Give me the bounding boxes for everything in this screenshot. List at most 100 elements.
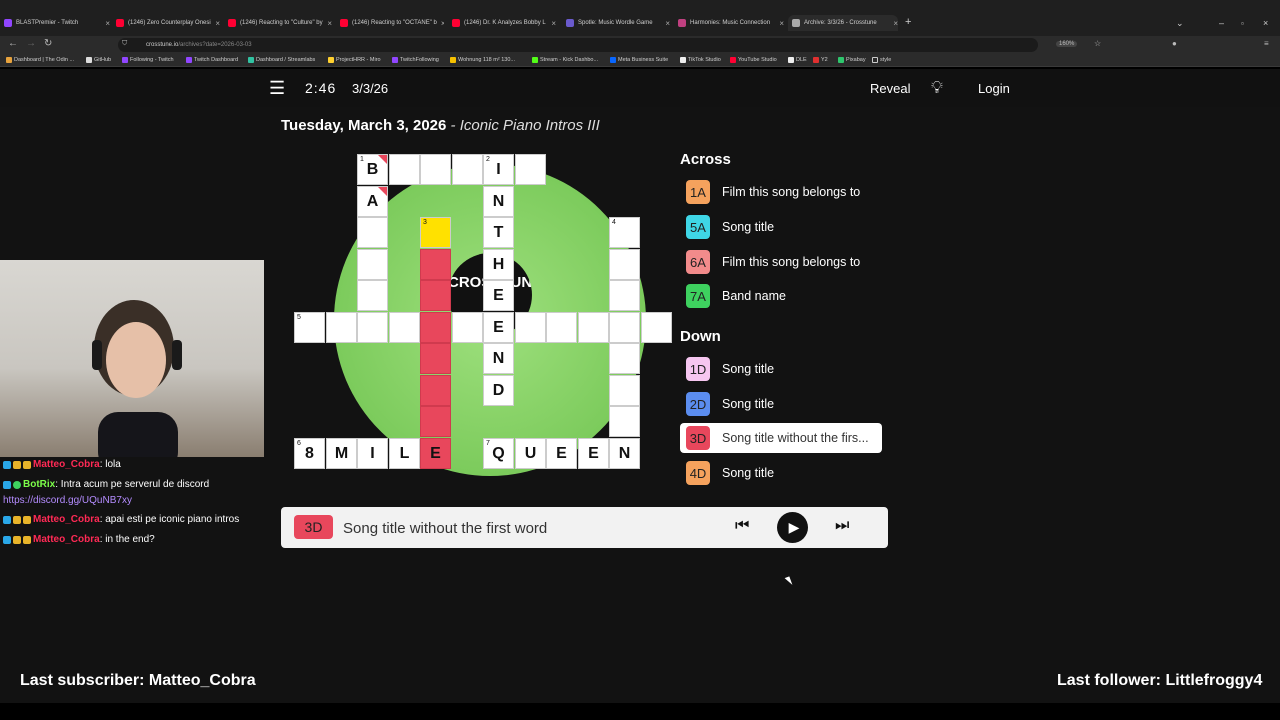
grid-cell[interactable]: 4 bbox=[609, 217, 640, 248]
maximize-button[interactable]: ▫ bbox=[1241, 15, 1244, 31]
login-button[interactable]: Login bbox=[978, 81, 1010, 96]
grid-cell[interactable]: L bbox=[389, 438, 420, 469]
grid-cell[interactable]: 1B bbox=[357, 154, 388, 185]
bookmark-folder[interactable]: style bbox=[872, 57, 891, 63]
tab-list-chevron-icon[interactable]: ⌄ bbox=[1176, 15, 1184, 31]
reveal-button[interactable]: Reveal bbox=[870, 81, 910, 96]
clue-5a[interactable]: 5A Song title bbox=[680, 212, 882, 242]
grid-cell[interactable]: 2I bbox=[483, 154, 514, 185]
bookmark-item[interactable]: Dashboard | The Odin ... bbox=[6, 57, 74, 63]
grid-cell[interactable]: E bbox=[578, 438, 609, 469]
grid-cell-highlighted[interactable]: E bbox=[420, 438, 451, 469]
grid-cell[interactable] bbox=[609, 343, 640, 374]
bookmark-item[interactable]: GitHub bbox=[86, 57, 111, 63]
window-close-button[interactable]: × bbox=[1263, 15, 1268, 31]
clue-4d[interactable]: 4D Song title bbox=[680, 458, 882, 488]
bookmark-item[interactable]: Pixabay bbox=[838, 57, 866, 63]
grid-cell[interactable]: E bbox=[483, 312, 514, 343]
bookmark-item[interactable]: Twitch Dashboard bbox=[186, 57, 238, 63]
bookmark-item[interactable]: Dashboard / Streamlabs bbox=[248, 57, 315, 63]
grid-cell[interactable]: E bbox=[483, 280, 514, 311]
grid-cell[interactable] bbox=[641, 312, 672, 343]
grid-cell[interactable]: 5 bbox=[294, 312, 325, 343]
grid-cell[interactable]: H bbox=[483, 249, 514, 280]
close-tab-icon[interactable]: × bbox=[775, 19, 784, 28]
grid-cell[interactable] bbox=[357, 280, 388, 311]
grid-cell[interactable] bbox=[357, 312, 388, 343]
tab-youtube-4[interactable]: (1246) Dr. K Analyzes Bobby L × bbox=[452, 15, 556, 31]
grid-cell[interactable] bbox=[326, 312, 357, 343]
clue-7a[interactable]: 7A Band name bbox=[680, 281, 882, 311]
back-arrow-icon[interactable]: ← bbox=[8, 38, 18, 49]
grid-cell[interactable] bbox=[452, 312, 483, 343]
grid-cell[interactable]: N bbox=[609, 438, 640, 469]
reload-icon[interactable]: ↻ bbox=[44, 38, 52, 49]
new-tab-button[interactable]: + bbox=[905, 14, 911, 30]
forward-arrow-icon[interactable]: → bbox=[26, 38, 36, 49]
grid-cell-highlighted[interactable] bbox=[420, 406, 451, 437]
close-tab-icon[interactable]: × bbox=[889, 19, 898, 28]
grid-cell-highlighted[interactable] bbox=[420, 312, 451, 343]
url-field[interactable]: crosstune.io/archives?date=2026-03-03 bbox=[118, 38, 1038, 52]
close-tab-icon[interactable]: × bbox=[547, 19, 556, 28]
bookmark-item[interactable]: DLE bbox=[788, 57, 807, 63]
grid-cell[interactable] bbox=[420, 154, 451, 185]
grid-cell[interactable] bbox=[389, 154, 420, 185]
grid-cell[interactable]: N bbox=[483, 186, 514, 217]
extension-icon[interactable]: ● bbox=[1172, 39, 1177, 48]
grid-cell[interactable] bbox=[357, 249, 388, 280]
grid-cell[interactable]: I bbox=[357, 438, 388, 469]
lightbulb-icon[interactable]: 💡︎ bbox=[931, 78, 943, 98]
star-icon[interactable]: ☆ bbox=[1094, 39, 1101, 48]
clue-3d-selected[interactable]: 3D Song title without the firs... bbox=[680, 423, 882, 453]
previous-track-icon[interactable]: ⏮︎ bbox=[735, 517, 749, 535]
tab-blastpremier[interactable]: BLASTPremier - Twitch × bbox=[4, 15, 110, 31]
tab-crosstune-archive[interactable]: Archive: 3/3/26 - Crosstune × bbox=[788, 15, 898, 31]
grid-cell-highlighted[interactable] bbox=[420, 280, 451, 311]
grid-cell[interactable]: A bbox=[357, 186, 388, 217]
bookmark-item[interactable]: TikTok Studio bbox=[680, 57, 721, 63]
grid-cell[interactable]: 7Q bbox=[483, 438, 514, 469]
tab-youtube-1[interactable]: (1246) Zero Counterplay Onesi × bbox=[116, 15, 220, 31]
close-tab-icon[interactable]: × bbox=[661, 19, 670, 28]
minimize-button[interactable]: – bbox=[1219, 15, 1224, 31]
grid-cell[interactable] bbox=[389, 312, 420, 343]
bookmark-item[interactable]: Meta Business Suite bbox=[610, 57, 668, 63]
bookmark-item[interactable]: Stream - Kick Dashbo... bbox=[532, 57, 598, 63]
clue-1a[interactable]: 1A Film this song belongs to bbox=[680, 177, 882, 207]
menu-icon[interactable]: ≡ bbox=[1264, 39, 1269, 48]
bookmark-item[interactable]: TwitchFollowing bbox=[392, 57, 439, 63]
close-tab-icon[interactable]: × bbox=[437, 19, 444, 28]
close-tab-icon[interactable]: × bbox=[211, 19, 220, 28]
grid-cell[interactable] bbox=[515, 312, 546, 343]
grid-cell[interactable]: T bbox=[483, 217, 514, 248]
grid-cell[interactable] bbox=[357, 217, 388, 248]
clue-1d[interactable]: 1D Song title bbox=[680, 354, 882, 384]
grid-cell[interactable]: N bbox=[483, 343, 514, 374]
grid-cell[interactable]: M bbox=[326, 438, 357, 469]
hamburger-menu-icon[interactable]: ☰ bbox=[269, 78, 285, 99]
clue-2d[interactable]: 2D Song title bbox=[680, 389, 882, 419]
play-button[interactable]: ▶ bbox=[777, 512, 808, 543]
grid-cell[interactable]: D bbox=[483, 375, 514, 406]
grid-cell-highlighted[interactable] bbox=[420, 343, 451, 374]
bookmark-item[interactable]: ProjectHRR - Miro bbox=[328, 57, 381, 63]
clue-6a[interactable]: 6A Film this song belongs to bbox=[680, 247, 882, 277]
close-tab-icon[interactable]: × bbox=[101, 19, 110, 28]
chat-link[interactable]: https://discord.gg/UQuNB7xy bbox=[3, 495, 132, 506]
bookmark-item[interactable]: Following - Twitch bbox=[122, 57, 174, 63]
grid-cell[interactable]: U bbox=[515, 438, 546, 469]
grid-cell[interactable] bbox=[578, 312, 609, 343]
bookmark-item[interactable]: Wohnung 118 m² 130... bbox=[450, 57, 515, 63]
bookmark-item[interactable]: Y2 bbox=[813, 57, 828, 63]
grid-cell[interactable] bbox=[609, 312, 640, 343]
grid-cell[interactable]: E bbox=[546, 438, 577, 469]
tab-youtube-3[interactable]: (1246) Reacting to "OCTANE" b × bbox=[340, 15, 444, 31]
grid-cell[interactable] bbox=[609, 280, 640, 311]
grid-cell[interactable] bbox=[609, 406, 640, 437]
grid-cell[interactable] bbox=[609, 375, 640, 406]
grid-cell-selected[interactable]: 3 bbox=[420, 217, 451, 248]
shield-icon[interactable]: ⛉ bbox=[122, 40, 127, 48]
grid-cell[interactable] bbox=[609, 249, 640, 280]
bookmark-item[interactable]: YouTube Studio bbox=[730, 57, 777, 63]
